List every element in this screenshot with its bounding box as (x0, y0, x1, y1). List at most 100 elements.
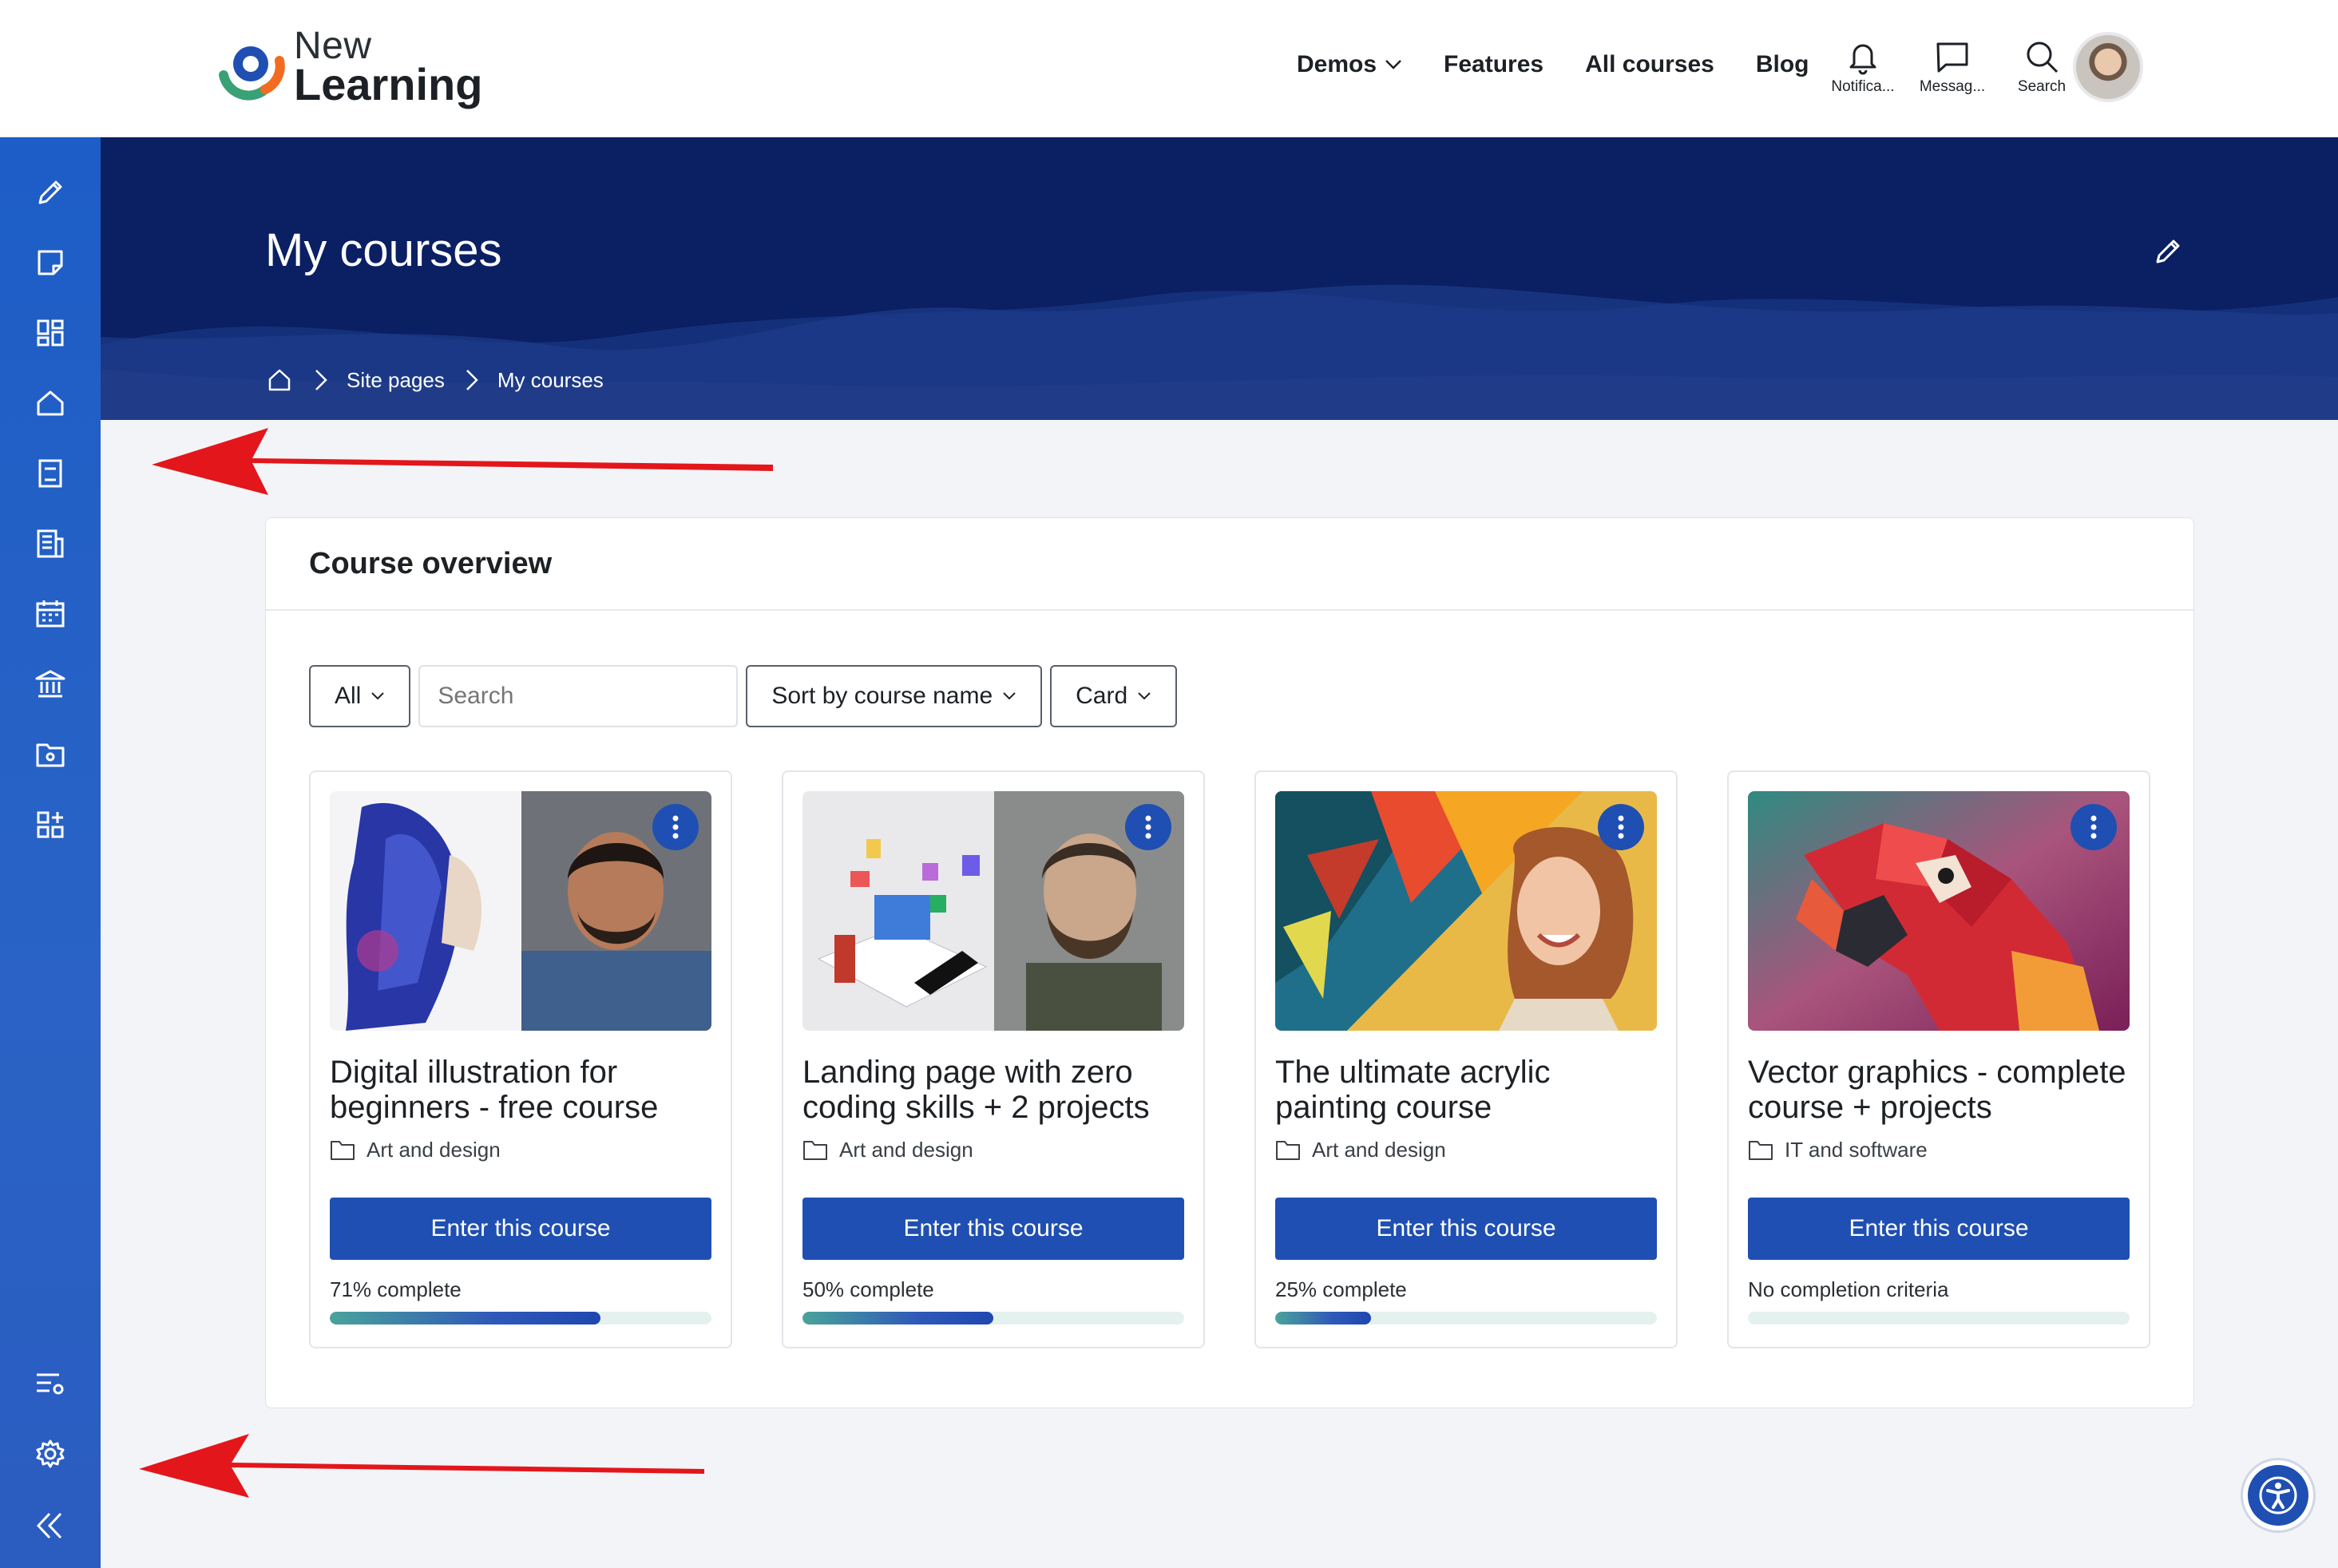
home-icon[interactable] (32, 385, 69, 422)
institution-icon[interactable] (32, 666, 69, 703)
calendar-icon[interactable] (32, 596, 69, 632)
course-menu-button[interactable] (652, 804, 699, 850)
course-image[interactable] (1275, 791, 1657, 1031)
notifications-button[interactable]: Notifica... (1821, 38, 1905, 96)
course-title[interactable]: Digital illustration for beginners - fre… (330, 1055, 711, 1125)
breadcrumb: Site pages My courses (265, 366, 604, 394)
course-title-line2: painting course (1275, 1090, 1492, 1125)
course-title-line1: The ultimate acrylic (1275, 1055, 1551, 1090)
edit-page-icon[interactable] (2151, 233, 2186, 268)
course-title-line2: beginners - free course (330, 1090, 659, 1125)
chevron-right-icon (466, 370, 478, 390)
chevron-down-icon (1138, 692, 1151, 700)
annotation-arrow-bottom (139, 1434, 704, 1498)
notifications-label: Notifica... (1831, 78, 1895, 95)
breadcrumb-site-pages[interactable]: Site pages (347, 368, 445, 393)
course-menu-button[interactable] (2071, 804, 2117, 850)
progress-label: No completion criteria (1748, 1277, 1949, 1301)
course-title[interactable]: The ultimate acrylic painting course (1275, 1055, 1657, 1125)
grouping-dropdown-label: All (335, 683, 362, 709)
logo-icon (219, 46, 285, 101)
course-title-line2: course + projects (1748, 1090, 1992, 1125)
page-title: My courses (265, 224, 502, 276)
gear-icon[interactable] (32, 1435, 69, 1472)
progress-bar-fill (330, 1312, 601, 1324)
nav-all-courses[interactable]: All courses (1585, 51, 1714, 78)
chevron-down-icon (1003, 692, 1016, 700)
course-title-line1: Digital illustration for (330, 1055, 618, 1090)
nav-demos[interactable]: Demos (1297, 51, 1402, 78)
folder-icon (803, 1140, 827, 1160)
enter-course-button[interactable]: Enter this course (1275, 1198, 1657, 1260)
course-title-line1: Landing page with zero (802, 1055, 1133, 1090)
message-icon (1936, 42, 1968, 73)
nav-blog[interactable]: Blog (1756, 51, 1809, 78)
top-navbar: New Learning Demos Features All courses … (0, 0, 2338, 137)
enter-course-button[interactable]: Enter this course (1748, 1198, 2130, 1260)
course-category: Art and design (367, 1138, 501, 1162)
accessibility-icon (2259, 1476, 2297, 1515)
course-image[interactable] (1748, 791, 2130, 1031)
nav-features[interactable]: Features (1444, 51, 1543, 78)
chevron-right-icon (315, 370, 327, 390)
course-menu-button[interactable] (1598, 804, 1644, 850)
apps-icon[interactable] (32, 806, 69, 843)
course-image[interactable] (802, 791, 1184, 1031)
course-category: Art and design (1312, 1138, 1446, 1162)
news-icon[interactable] (32, 525, 69, 562)
bell-icon (1849, 44, 1876, 75)
kebab-menu-icon (672, 815, 679, 839)
messages-label: Messag... (1919, 78, 1986, 95)
progress-bar-fill (1275, 1312, 1371, 1324)
course-title[interactable]: Landing page with zero coding skills + 2… (802, 1055, 1184, 1125)
search-icon (2027, 42, 2059, 73)
dashboard-icon[interactable] (32, 315, 69, 351)
note-icon[interactable] (32, 244, 69, 281)
brand-line2: Learning (294, 59, 483, 109)
search-button[interactable]: Search (1999, 38, 2084, 96)
view-dropdown[interactable]: Card (1050, 665, 1178, 727)
grouping-dropdown[interactable]: All (309, 665, 411, 727)
progress-bar (1275, 1312, 1657, 1324)
course-card: Landing page with zero coding skills + 2… (782, 770, 1205, 1348)
user-avatar[interactable] (2073, 32, 2143, 102)
chevron-down-icon (1385, 60, 1401, 69)
course-card: The ultimate acrylic painting course Art… (1254, 770, 1678, 1348)
page-header: My courses Site pages My courses (101, 137, 2338, 420)
enter-course-button[interactable]: Enter this course (802, 1198, 1184, 1260)
home-icon[interactable] (265, 366, 294, 394)
search-label: Search (2017, 78, 2067, 95)
nav-demos-label: Demos (1297, 51, 1377, 77)
list-settings-icon[interactable] (32, 1365, 69, 1402)
sort-dropdown-label: Sort by course name (771, 683, 993, 709)
view-dropdown-label: Card (1076, 683, 1128, 709)
progress-label: 50% complete (802, 1277, 934, 1301)
sort-dropdown[interactable]: Sort by course name (746, 665, 1043, 727)
site-logo[interactable]: New Learning (212, 27, 482, 107)
progress-label: 25% complete (1275, 1277, 1407, 1301)
collapse-icon[interactable] (32, 1507, 69, 1544)
progress-bar (802, 1312, 1184, 1324)
accessibility-button[interactable] (2241, 1458, 2316, 1533)
kebab-menu-icon (2090, 815, 2097, 839)
book-icon[interactable] (32, 455, 69, 492)
course-overview-block: Course overview All Sort by course name … (265, 517, 2194, 1408)
pencil-icon[interactable] (32, 174, 69, 211)
enter-course-button[interactable]: Enter this course (330, 1198, 711, 1260)
breadcrumb-my-courses[interactable]: My courses (497, 368, 604, 393)
left-sidebar (0, 137, 101, 1568)
course-title-line1: Vector graphics - complete (1748, 1055, 2126, 1090)
course-search-input[interactable] (418, 665, 739, 727)
course-title[interactable]: Vector graphics - complete course + proj… (1748, 1055, 2130, 1125)
course-image[interactable] (330, 791, 711, 1031)
course-category: Art and design (839, 1138, 973, 1162)
course-menu-button[interactable] (1125, 804, 1171, 850)
folder-settings-icon[interactable] (32, 736, 69, 773)
progress-label: 71% complete (330, 1277, 462, 1301)
folder-icon (331, 1140, 355, 1160)
messages-button[interactable]: Messag... (1910, 38, 1995, 96)
kebab-menu-icon (1145, 815, 1151, 839)
progress-bar (330, 1312, 711, 1324)
progress-bar-fill (802, 1312, 993, 1324)
folder-icon (1749, 1140, 1773, 1160)
